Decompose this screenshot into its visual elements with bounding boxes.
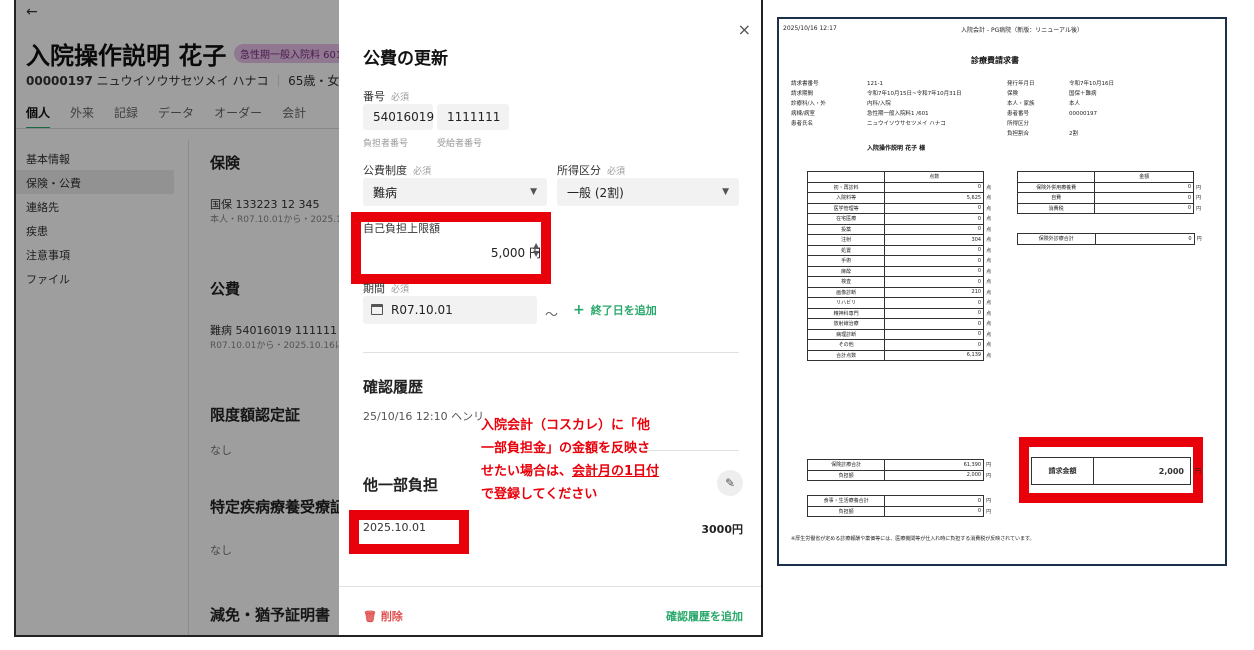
doc-right-keys: 発行年月日 保険 本人・家族 患者番号 所得区分 負担割合 — [1007, 81, 1035, 137]
points-row: 注射 304 点 — [806, 234, 997, 246]
points-row: 在宅医療 0 点 — [806, 213, 997, 225]
points-table: 点数 初・再診料 0 点入院料等 5,625 点医学管理等 0 点在宅医療 0 点投薬 0 点注射 3… — [806, 171, 997, 361]
period-tilde: ～ — [545, 308, 559, 323]
extra-table: 保険外診療合計 0 円 — [1017, 233, 1207, 245]
points-row: 合計点数 6,139 点 — [806, 349, 997, 361]
total-value: 2,000 — [1158, 466, 1184, 476]
history-title: 確認履歴 — [363, 378, 424, 396]
doc-note: ※厚生労働省が定める診療報酬や薬価等には、医療機関等が仕入れ時に負担する消費税が… — [791, 536, 1035, 542]
insurance-total-row: 保険診療合計 61,390 円 — [806, 459, 997, 471]
points-row: 初・再診料 0 点 — [806, 181, 997, 193]
limit-label: 自己負担上限額 — [363, 222, 440, 235]
delete-button[interactable]: 🗑 削除 — [363, 608, 403, 624]
amount-row: 自費 0 円 — [1016, 192, 1207, 204]
total-unit: 円 — [1195, 468, 1202, 475]
pencil-icon[interactable]: ✎ — [717, 470, 743, 496]
income-select[interactable]: 一般 (2割) ▼ — [557, 178, 739, 206]
partial-amount: 3000円 — [701, 523, 743, 536]
limit-input[interactable]: 5,000 円 — [363, 244, 541, 264]
history-entry: 25/10/16 12:10 ヘンリ — [363, 410, 485, 423]
recipient-number-field[interactable]: 1111111 — [437, 104, 509, 130]
plus-icon: + — [573, 302, 585, 318]
modal-title: 公費の更新 — [363, 49, 448, 69]
points-row: 投薬 0 点 — [806, 223, 997, 235]
divider — [339, 586, 761, 587]
period-start-field[interactable]: R07.10.01 — [363, 296, 537, 324]
stepper-icon[interactable]: ▲ ▼ — [533, 242, 539, 258]
meal-total-row: 負担額 0 円 — [806, 505, 997, 517]
points-row: 精神科専門 0 点 — [806, 307, 997, 319]
insurance-total-row: 負担額 2,000 円 — [806, 469, 997, 481]
points-row: 医学管理等 0 点 — [806, 202, 997, 214]
amount-row: 保険外併用療養費 0 円 — [1016, 181, 1207, 193]
system-select[interactable]: 難病 ▼ — [363, 178, 547, 206]
public-expense-modal: × 公費の更新 番号 必須 54016019 1111111 負担者番号 受給者番… — [339, 0, 761, 635]
doc-header: 入院会計 - PG病院（新版：リニューアル後） — [961, 27, 1083, 34]
payer-number-field[interactable]: 54016019 — [363, 104, 434, 130]
left-screenshot: ← 入院操作説明 花子 急性期一般入院料 601 2 00000197 ニュウイ… — [14, 0, 763, 637]
meal-total-row: 食事・生活療養合計 0 円 — [806, 495, 997, 507]
points-row: 病理診断 0 点 — [806, 328, 997, 340]
divider — [363, 352, 739, 353]
invoice-document: 2025/10/16 12:17 入院会計 - PG病院（新版：リニューアル後）… — [777, 17, 1227, 566]
trash-icon: 🗑 — [363, 610, 377, 623]
doc-left-keys: 請求書番号 請求期間 診療科/入・外 病棟/病室 患者氏名 — [791, 81, 826, 127]
number-label: 番号 必須 — [363, 90, 410, 103]
amount-row: 消費税 0 円 — [1016, 202, 1207, 214]
doc-patient-name: 入院操作説明 花子 様 — [867, 145, 926, 152]
amount-table: 金額 保険外併用療養費 0 円自費 0 円消費税 0 円 — [1016, 171, 1207, 214]
calendar-icon — [371, 304, 383, 315]
points-row: 入院料等 5,625 点 — [806, 192, 997, 204]
points-row: リハビリ 0 点 — [806, 297, 997, 309]
recipient-number-label: 受給者番号 — [437, 139, 483, 149]
annotation-callout: 入院会計（コスカレ）に「他 一部負担金」の金額を反映さ せたい場合は、会計月の1… — [481, 418, 660, 502]
chevron-down-icon: ▼ — [722, 187, 729, 197]
add-end-date-button[interactable]: + 終了日を追加 — [573, 302, 657, 318]
partial-date: 2025.10.01 — [363, 521, 426, 534]
total-label: 請求金額 — [1032, 458, 1094, 484]
close-icon[interactable]: × — [738, 20, 751, 39]
insurance-total-table: 保険診療合計 61,390 円負担額 2,000 円 — [806, 459, 997, 481]
income-label: 所得区分 必須 — [557, 164, 626, 177]
chevron-down-icon: ▼ — [530, 187, 537, 197]
points-row: その他 0 点 — [806, 339, 997, 351]
doc-right-values: 令和7年10月16日 国保＋難病 本人 00000197 2割 — [1069, 81, 1114, 137]
points-row: 画像診断 210 点 — [806, 286, 997, 298]
meal-total-table: 食事・生活療養合計 0 円負担額 0 円 — [806, 495, 997, 517]
total-amount: 請求金額 2,000 — [1031, 457, 1191, 485]
period-label: 期間 必須 — [363, 282, 410, 295]
points-row: 麻酔 0 点 — [806, 265, 997, 277]
payer-number-label: 負担者番号 — [363, 139, 409, 149]
add-history-button[interactable]: 確認履歴を追加 — [666, 608, 743, 624]
doc-timestamp: 2025/10/16 12:17 — [783, 25, 837, 32]
system-label: 公費制度 必須 — [363, 164, 432, 177]
points-row: 放射線治療 0 点 — [806, 318, 997, 330]
doc-left-values: 121-1 令和7年10月15日~令和7年10月31日 内科/入院 急性期一般入院料1… — [867, 81, 962, 127]
doc-title: 診療費請求書 — [971, 56, 1019, 65]
points-row: 検査 0 点 — [806, 276, 997, 288]
partial-burden-title: 他一部負担 — [363, 476, 439, 494]
points-row: 処置 0 点 — [806, 244, 997, 256]
points-row: 手術 0 点 — [806, 255, 997, 267]
